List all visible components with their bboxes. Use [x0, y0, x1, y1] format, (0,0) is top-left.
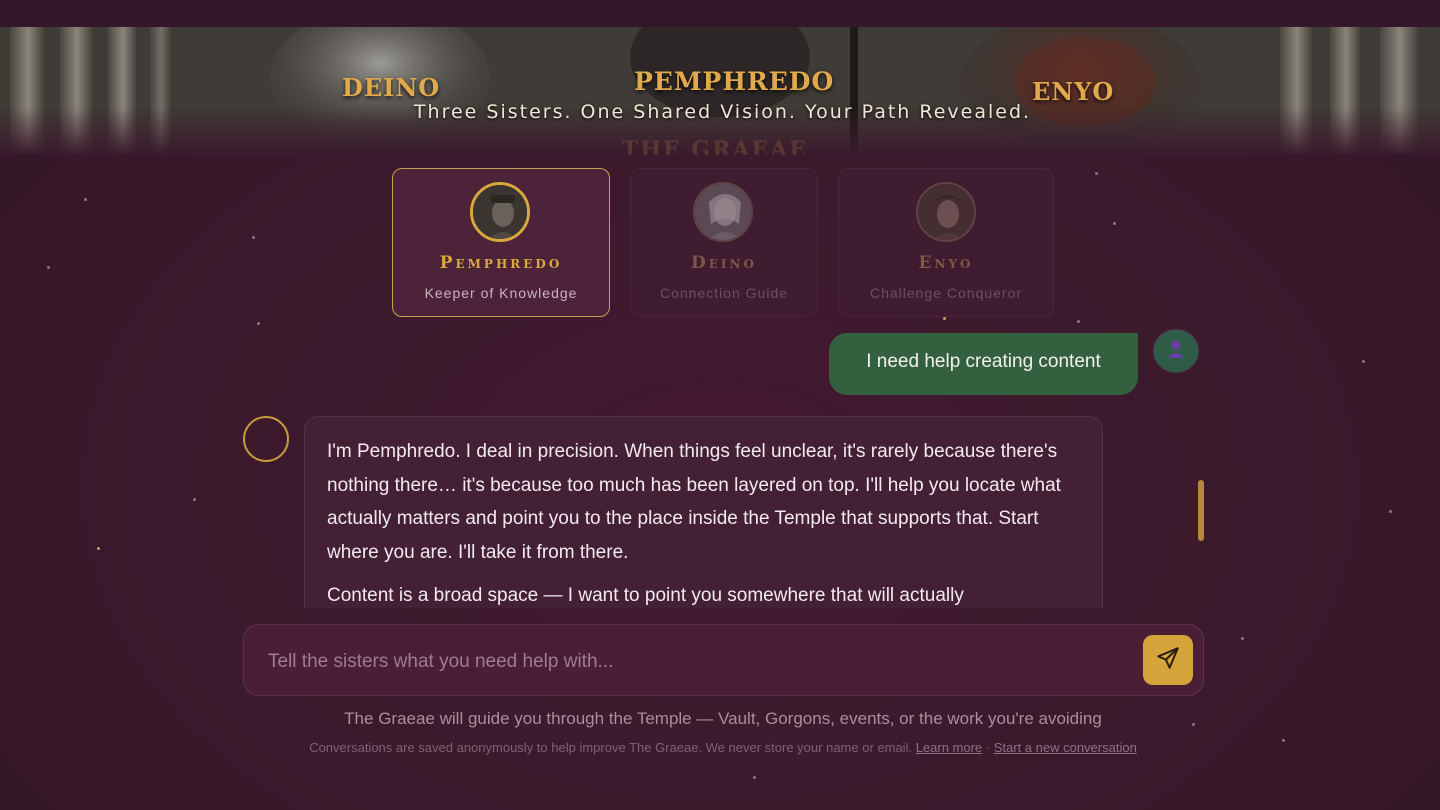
enyo-portrait	[916, 182, 976, 242]
star-particle	[1077, 320, 1080, 323]
star-particle	[1389, 510, 1392, 513]
star-particle	[84, 198, 87, 201]
hero-name-pemphredo: PEMPHREDO	[634, 67, 835, 96]
sister-role: Keeper of Knowledge	[424, 285, 578, 301]
send-icon	[1155, 645, 1181, 676]
sister-card-enyo[interactable]: Enyo Challenge Conqueror	[838, 168, 1054, 317]
pemphredo-portrait	[470, 182, 530, 242]
user-icon	[1167, 339, 1185, 364]
star-particle	[1095, 172, 1098, 175]
user-message-bubble: I need help creating content	[829, 333, 1138, 395]
star-particle	[943, 317, 946, 320]
message-composer	[243, 624, 1204, 696]
star-particle	[193, 498, 196, 501]
star-particle	[1113, 222, 1116, 225]
sister-name: Deino	[691, 253, 757, 273]
hero-name-deino: DEINO	[342, 73, 441, 102]
learn-more-link[interactable]: Learn more	[916, 740, 982, 755]
chat-scrollbar-thumb[interactable]	[1198, 480, 1204, 541]
assistant-paragraph: Content is a broad space — I want to poi…	[327, 585, 964, 606]
guide-text: The Graeae will guide you through the Te…	[344, 709, 1102, 728]
hero-ghost-title: THE GRAEAE	[621, 137, 809, 155]
footer-separator: ·	[982, 740, 994, 755]
star-particle	[257, 322, 260, 325]
star-particle	[47, 266, 50, 269]
star-particle	[1241, 637, 1244, 640]
sister-card-pemphredo[interactable]: Pemphredo Keeper of Knowledge	[392, 168, 610, 317]
star-particle	[753, 776, 756, 779]
star-particle	[97, 547, 100, 550]
star-particle	[252, 236, 255, 239]
hero-tagline: Three Sisters. One Shared Vision. Your P…	[413, 101, 1032, 123]
message-input[interactable]	[266, 643, 1130, 681]
send-button[interactable]	[1143, 635, 1193, 685]
graeae-chat-page: THE GRAEAE DEINO PEMPHREDO ENYO Three Si…	[0, 0, 1440, 810]
new-conversation-link[interactable]: Start a new conversation	[994, 740, 1137, 755]
sister-role: Challenge Conqueror	[869, 285, 1023, 301]
privacy-footer: Conversations are saved anonymously to h…	[0, 740, 1440, 755]
sister-card-deino[interactable]: Deino Connection Guide	[630, 168, 818, 317]
privacy-notice: Conversations are saved anonymously to h…	[309, 740, 916, 755]
sister-role: Connection Guide	[659, 285, 789, 301]
sister-name: Pemphredo	[439, 253, 563, 273]
hero-banner: THE GRAEAE DEINO PEMPHREDO ENYO Three Si…	[0, 27, 1440, 155]
assistant-paragraph: I'm Pemphredo. I deal in precision. When…	[327, 441, 1061, 563]
sister-name: Enyo	[918, 253, 974, 273]
star-particle	[1362, 360, 1365, 363]
assistant-avatar	[243, 416, 289, 462]
top-strip	[0, 0, 1440, 27]
assistant-message-bubble: I'm Pemphredo. I deal in precision. When…	[304, 416, 1103, 608]
user-avatar	[1153, 329, 1199, 373]
deino-portrait	[693, 182, 753, 242]
